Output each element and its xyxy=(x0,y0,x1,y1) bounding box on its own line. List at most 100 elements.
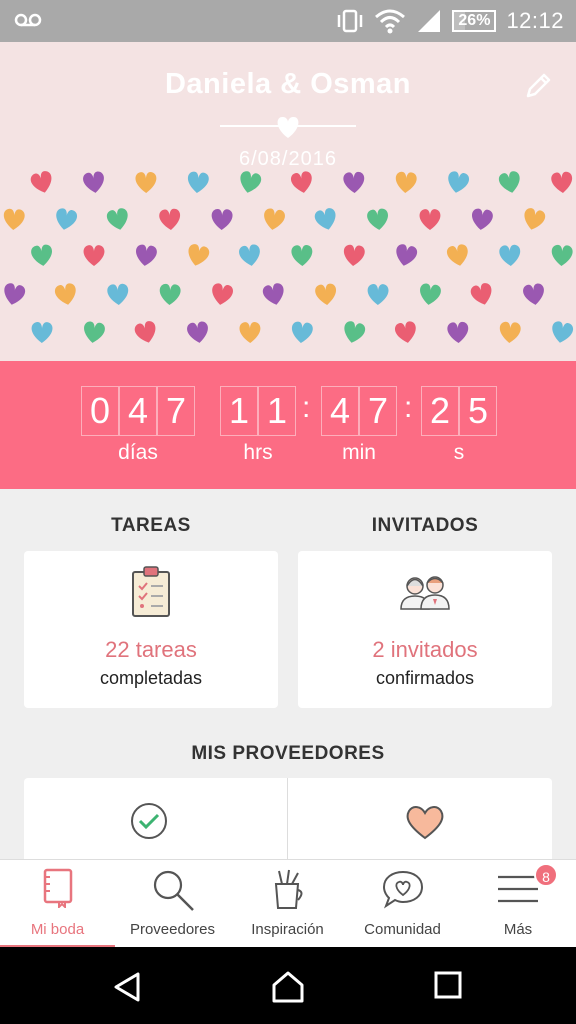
countdown: 0 4 7 1 1 : 4 7 : 2 5 días hrs min s xyxy=(0,361,576,489)
back-icon[interactable] xyxy=(112,971,144,1003)
nav-proveedores[interactable]: Proveedores xyxy=(115,860,230,948)
system-navigation xyxy=(0,947,576,1024)
pattern-heart xyxy=(314,208,336,230)
pattern-heart xyxy=(84,321,105,343)
pattern-heart xyxy=(498,171,520,193)
countdown-digit: 4 xyxy=(321,386,359,436)
pattern-heart xyxy=(106,208,128,230)
pattern-heart xyxy=(159,208,181,230)
pattern-heart xyxy=(159,283,181,305)
days-label: días xyxy=(118,441,158,464)
pattern-heart xyxy=(524,208,546,230)
pattern-heart xyxy=(31,244,52,266)
wedding-date: 6/08/2016 xyxy=(239,148,337,170)
countdown-digit: 2 xyxy=(421,386,459,436)
pattern-heart xyxy=(135,172,157,193)
guests-label: confirmados xyxy=(375,668,475,688)
pattern-heart xyxy=(448,171,469,193)
countdown-digit: 7 xyxy=(157,386,195,436)
pattern-heart xyxy=(55,283,76,305)
countdown-digit: 1 xyxy=(258,386,296,436)
battery-indicator: 26% xyxy=(452,10,497,32)
pattern-heart xyxy=(552,321,573,343)
countdown-digit: 7 xyxy=(359,386,397,436)
pattern-heart xyxy=(367,284,389,305)
couple-names: Daniela & Osman xyxy=(164,68,412,100)
pattern-heart xyxy=(395,321,416,343)
countdown-digit: 1 xyxy=(220,386,258,436)
providers-card[interactable] xyxy=(24,778,552,868)
pattern-heart xyxy=(188,244,210,266)
pattern-heart xyxy=(291,244,313,266)
nav-mas[interactable]: 8 Más xyxy=(460,860,576,948)
pattern-heart xyxy=(212,283,233,305)
guests-card[interactable]: 2 invitados confirmados xyxy=(298,551,552,708)
edit-icon[interactable] xyxy=(522,70,554,102)
notification-badge: 8 xyxy=(534,863,558,887)
pattern-heart xyxy=(239,322,261,343)
menu-icon xyxy=(498,875,538,903)
nav-inspiracion[interactable]: Inspiración xyxy=(230,860,345,948)
tasks-count: 22 tareas xyxy=(105,637,197,662)
tasks-card[interactable]: 22 tareas completadas xyxy=(24,551,278,708)
nav-label: Comunidad xyxy=(364,921,441,938)
pattern-heart xyxy=(499,244,521,266)
pattern-heart xyxy=(239,244,260,266)
guests-title: INVITADOS xyxy=(371,515,479,536)
heart-divider xyxy=(220,116,356,138)
pattern-heart xyxy=(107,283,129,305)
pattern-heart xyxy=(343,171,365,193)
pattern-heart xyxy=(211,208,233,230)
check-circle-icon xyxy=(131,803,167,839)
seconds-label: s xyxy=(453,441,465,464)
heart-icon xyxy=(406,806,444,840)
checklist-icon xyxy=(132,566,170,617)
countdown-digit: 5 xyxy=(459,386,497,436)
pattern-heart xyxy=(551,171,573,193)
pattern-heart xyxy=(395,171,417,193)
pattern-heart xyxy=(419,209,441,230)
notebook-icon xyxy=(43,868,72,908)
voicemail-icon xyxy=(14,13,42,27)
guests-count: 2 invitados xyxy=(372,637,478,662)
couple-icon xyxy=(400,576,450,610)
battery-percent: 26% xyxy=(458,12,491,29)
pattern-heart xyxy=(367,208,388,230)
pattern-heart xyxy=(30,171,52,193)
nav-label: Más xyxy=(503,921,533,938)
pattern-heart xyxy=(134,321,156,343)
pattern-heart xyxy=(499,321,521,343)
nav-label: Mi boda xyxy=(30,921,85,938)
bottom-navigation: Mi boda Proveedores Inspiración Comunida… xyxy=(0,859,576,948)
pattern-heart xyxy=(56,208,77,230)
pattern-heart xyxy=(472,208,493,230)
countdown-colon: : xyxy=(404,391,413,424)
chat-heart-icon xyxy=(382,870,423,909)
wifi-icon xyxy=(375,9,406,34)
minutes-label: min xyxy=(342,441,376,464)
pattern-heart xyxy=(187,171,209,193)
pattern-heart xyxy=(551,244,573,266)
search-icon xyxy=(153,870,194,911)
nav-label: Inspiración xyxy=(251,921,324,938)
status-bar: 26% 12:12 xyxy=(0,0,576,42)
pattern-heart xyxy=(291,171,312,193)
recents-icon[interactable] xyxy=(434,971,462,999)
nav-comunidad[interactable]: Comunidad xyxy=(345,860,460,948)
countdown-digit: 0 xyxy=(81,386,119,436)
pattern-heart xyxy=(523,283,544,305)
tasks-title: TAREAS xyxy=(111,515,191,536)
home-icon[interactable] xyxy=(271,971,305,1003)
providers-title: MIS PROVEEDORES xyxy=(191,743,385,764)
pattern-heart xyxy=(420,283,441,305)
nav-mi-boda[interactable]: Mi boda xyxy=(0,860,115,948)
pattern-heart xyxy=(470,283,492,305)
pattern-heart xyxy=(83,245,105,266)
pattern-heart xyxy=(31,322,53,343)
pattern-heart xyxy=(187,321,208,343)
clock: 12:12 xyxy=(506,8,564,33)
pattern-heart xyxy=(291,321,313,343)
pencil-cup-icon xyxy=(274,869,302,909)
providers-divider xyxy=(287,778,288,868)
pattern-heart xyxy=(315,283,337,305)
